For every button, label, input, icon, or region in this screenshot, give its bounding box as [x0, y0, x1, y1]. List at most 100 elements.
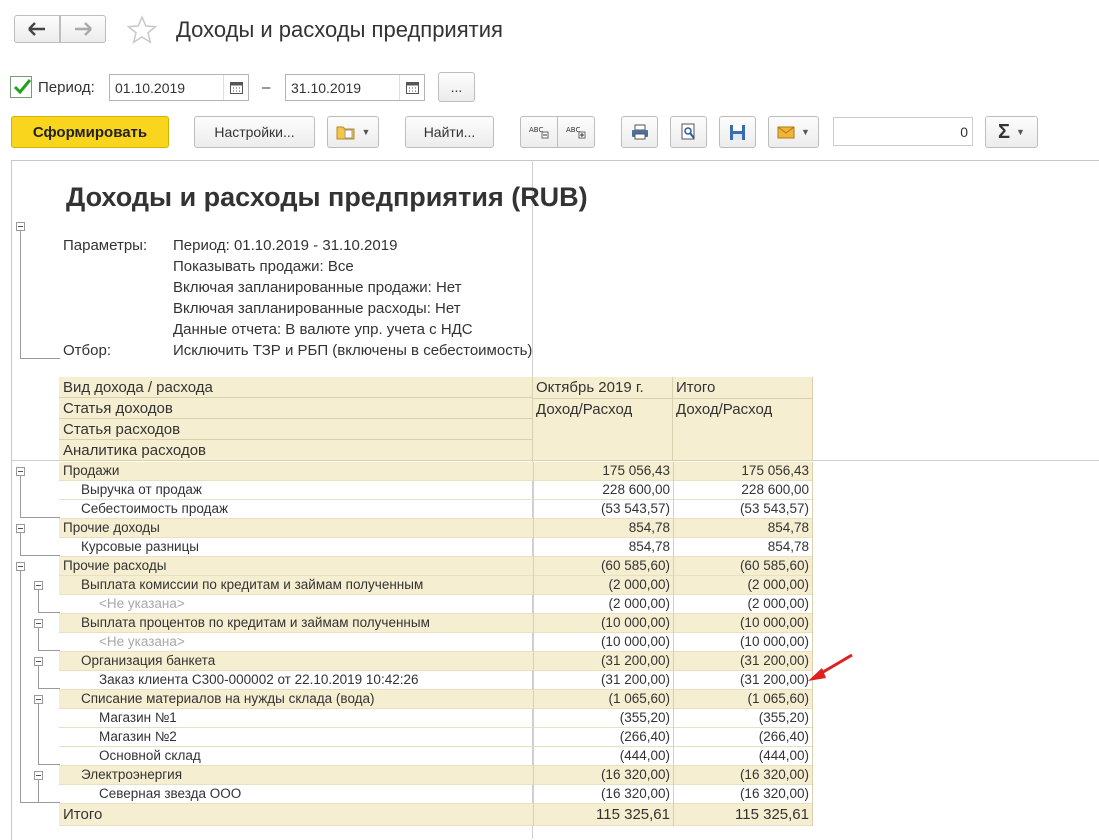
outline-line — [38, 764, 60, 765]
chevron-down-icon: ▼ — [1016, 127, 1025, 137]
collapse-toggle-icon[interactable] — [34, 581, 43, 590]
preview-button[interactable] — [670, 116, 707, 148]
table-row[interactable]: Прочие расходы (60 585,60) (60 585,60) — [59, 557, 813, 576]
sum-field[interactable]: 0 — [833, 117, 973, 146]
table-row[interactable]: Магазин №1 (355,20) (355,20) — [59, 709, 813, 728]
param-period: Период: 01.10.2019 - 31.10.2019 — [173, 237, 398, 254]
table-row[interactable]: Себестоимость продаж (53 543,57) (53 543,5… — [59, 500, 813, 519]
total-row[interactable]: Итого 115 325,61 115 325,61 — [59, 804, 813, 826]
chevron-down-icon: ▼ — [801, 127, 810, 137]
table-row[interactable]: Электроэнергия (16 320,00) (16 320,00) — [59, 766, 813, 785]
collapse-toggle-icon[interactable] — [34, 771, 43, 780]
collapse-toggle-icon[interactable] — [16, 467, 25, 476]
header-total-sub: Доход/Расход — [676, 401, 773, 418]
outline-line — [38, 802, 60, 803]
forward-button[interactable] — [60, 15, 106, 43]
envelope-icon — [777, 126, 795, 138]
param-show-sales: Показывать продажи: Все — [173, 258, 354, 275]
outline-line — [20, 533, 21, 556]
sum-function-button[interactable]: Σ ▼ — [985, 116, 1038, 148]
calendar-icon[interactable] — [399, 75, 424, 100]
header-income-item: Статья доходов — [59, 398, 533, 419]
period-select-button[interactable]: ... — [438, 72, 475, 102]
filter-value: Исключить ТЗР и РБП (включены в себестои… — [173, 342, 533, 359]
send-email-button[interactable]: ▼ — [768, 116, 819, 148]
outline-line — [38, 628, 39, 651]
expand-groups-button[interactable]: ABC — [557, 116, 595, 148]
outline-line — [38, 666, 39, 689]
period-from-value: 01.10.2019 — [115, 79, 186, 96]
table-row[interactable]: Заказ клиента С300-000002 от 22.10.2019 … — [59, 671, 813, 690]
outline-line — [20, 571, 21, 803]
favorite-star-icon[interactable] — [127, 15, 157, 45]
collapse-toggle-icon[interactable] — [34, 619, 43, 628]
arrow-left-icon — [28, 22, 45, 36]
param-planned-expenses: Включая запланированные расходы: Нет — [173, 300, 461, 317]
outline-line — [38, 590, 39, 613]
table-row[interactable]: Выплата комиссии по кредитам и займам по… — [59, 576, 813, 595]
settings-button[interactable]: Настройки... — [194, 116, 315, 148]
table-row[interactable]: Прочие доходы 854,78 854,78 — [59, 519, 813, 538]
outline-line — [38, 780, 39, 803]
collapse-toggle-icon[interactable] — [16, 562, 25, 571]
table-row[interactable]: Основной склад (444,00) (444,00) — [59, 747, 813, 766]
back-button[interactable] — [14, 15, 60, 43]
window-title: Доходы и расходы предприятия — [176, 17, 503, 42]
floppy-disk-icon — [730, 124, 745, 140]
header-total: Итого Доход/Расход — [673, 377, 813, 461]
sum-value: 0 — [960, 123, 968, 140]
printer-icon — [631, 124, 648, 140]
param-report-data: Данные отчета: В валюте упр. учета с НДС — [173, 321, 473, 338]
period-label: Период: — [38, 79, 95, 96]
outline-line — [38, 688, 60, 689]
table-row[interactable]: Выплата процентов по кредитам и займам п… — [59, 614, 813, 633]
annotation-arrow-icon — [808, 653, 853, 681]
outline-line — [38, 612, 60, 613]
table-row[interactable]: Выручка от продаж 228 600,00 228 600,00 — [59, 481, 813, 500]
outline-line — [20, 476, 21, 518]
variants-button[interactable]: ▼ — [327, 116, 379, 148]
check-icon — [13, 79, 32, 95]
generate-button[interactable]: Сформировать — [11, 116, 169, 148]
collapse-toggle-icon[interactable] — [34, 695, 43, 704]
table-row[interactable]: Продажи 175 056,43 175 056,43 — [59, 462, 813, 481]
find-button[interactable]: Найти... — [405, 116, 494, 148]
header-october-sub: Доход/Расход — [536, 401, 633, 418]
table-row[interactable]: <Не указана> (2 000,00) (2 000,00) — [59, 595, 813, 614]
period-checkbox[interactable] — [10, 76, 32, 98]
header-expense-analytics: Аналитика расходов — [59, 440, 533, 461]
filter-label: Отбор: — [63, 342, 111, 359]
outline-line — [20, 517, 60, 518]
collapse-toggle-icon[interactable] — [16, 524, 25, 533]
print-button[interactable] — [621, 116, 658, 148]
collapse-toggle-icon[interactable] — [16, 222, 25, 231]
table-row[interactable]: Северная звезда ООО (16 320,00) (16 320,00… — [59, 785, 813, 804]
table-row[interactable]: Магазин №2 (266,40) (266,40) — [59, 728, 813, 747]
header-income-expense-type: Вид дохода / расхода — [59, 377, 533, 398]
period-to-field[interactable]: 31.10.2019 — [285, 74, 425, 101]
table-row[interactable]: Списание материалов на нужды склада (вод… — [59, 690, 813, 709]
header-october-title: Октябрь 2019 г. — [533, 377, 672, 399]
expand-abc-icon: ABC — [566, 126, 586, 139]
header-october-2019: Октябрь 2019 г. Доход/Расход — [533, 377, 673, 461]
outline-line — [20, 231, 21, 359]
collapse-abc-icon: ABC — [529, 126, 549, 139]
svg-text:ABC: ABC — [529, 126, 543, 134]
report-title: Доходы и расходы предприятия (RUB) — [66, 182, 588, 212]
header-expense-item: Статья расходов — [59, 419, 533, 440]
table-row[interactable]: <Не указана> (10 000,00) (10 000,00) — [59, 633, 813, 652]
table-row[interactable]: Организация банкета (31 200,00) (31 200,00… — [59, 652, 813, 671]
arrow-right-icon — [75, 22, 92, 36]
preview-magnifier-icon — [681, 123, 695, 140]
period-to-value: 31.10.2019 — [291, 79, 362, 96]
collapse-groups-button[interactable]: ABC — [520, 116, 558, 148]
chevron-down-icon: ▼ — [361, 127, 371, 137]
table-row[interactable]: Курсовые разницы 854,78 854,78 — [59, 538, 813, 557]
collapse-toggle-icon[interactable] — [34, 657, 43, 666]
period-from-field[interactable]: 01.10.2019 — [109, 74, 249, 101]
folder-icon — [336, 126, 355, 140]
save-button[interactable] — [719, 116, 756, 148]
outline-line — [20, 555, 60, 556]
calendar-icon[interactable] — [223, 75, 248, 100]
outline-line — [38, 704, 39, 765]
